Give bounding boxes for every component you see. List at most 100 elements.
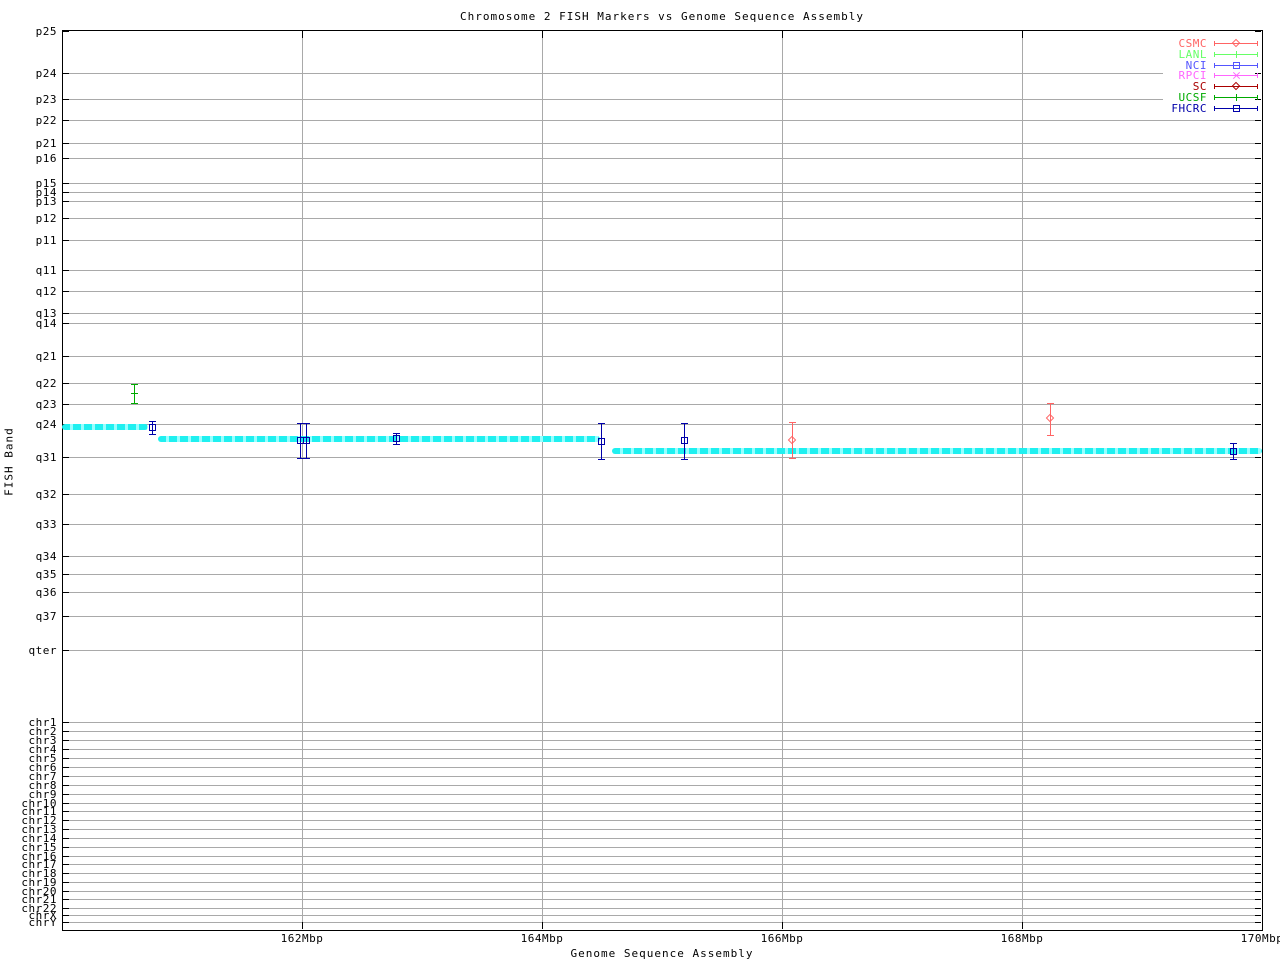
errorbar-cap-FHCRC <box>598 459 605 460</box>
h-gridline <box>63 740 1261 741</box>
errorbar-cap-CSMC <box>1047 435 1054 436</box>
x-tick-label: 166Mbp <box>760 932 804 945</box>
y-tick-mirror <box>1255 457 1261 458</box>
legend-label-RPCI: RPCI <box>1178 69 1207 82</box>
errorbar-cap-CSMC <box>789 458 796 459</box>
x-tick-label: 168Mbp <box>1000 932 1044 945</box>
y-tick <box>63 457 69 458</box>
y-tick <box>63 616 69 617</box>
y-tick <box>63 803 69 804</box>
y-tick-mirror <box>1255 785 1261 786</box>
y-tick <box>63 873 69 874</box>
y-tick <box>63 758 69 759</box>
y-tick-mirror <box>1255 158 1261 159</box>
data-point-FHCRC-square-marker <box>681 437 688 444</box>
y-tick-mirror <box>1255 803 1261 804</box>
h-gridline <box>63 856 1261 857</box>
y-tick-mirror <box>1255 494 1261 495</box>
y-tick <box>63 31 69 32</box>
data-point-CSMC-diamond-marker <box>1045 413 1055 423</box>
errorbar-cap-UCSF <box>131 403 138 404</box>
y-tick-mirror <box>1255 218 1261 219</box>
h-gridline <box>63 291 1261 292</box>
y-tick-mirror <box>1255 767 1261 768</box>
h-gridline <box>63 758 1261 759</box>
y-tick <box>63 864 69 865</box>
y-tick <box>63 524 69 525</box>
y-tick <box>63 218 69 219</box>
y-tick <box>63 820 69 821</box>
y-tick <box>63 240 69 241</box>
h-gridline <box>63 574 1261 575</box>
data-point-FHCRC-square-marker <box>303 437 310 444</box>
h-gridline <box>63 749 1261 750</box>
band-tick-label: q36 <box>35 586 57 599</box>
errorbar-cap-FHCRC <box>149 434 156 435</box>
y-tick-mirror <box>1255 31 1261 32</box>
y-tick-mirror <box>1255 899 1261 900</box>
y-tick-mirror <box>1255 592 1261 593</box>
y-tick-mirror <box>1255 922 1261 923</box>
y-tick <box>63 73 69 74</box>
legend-sample-cap-SC <box>1257 84 1258 89</box>
y-tick-mirror <box>1255 120 1261 121</box>
y-tick <box>63 183 69 184</box>
v-gridline <box>1022 31 1023 929</box>
y-tick <box>63 811 69 812</box>
band-tick-label: q23 <box>35 398 57 411</box>
y-tick-mirror <box>1255 616 1261 617</box>
h-gridline <box>63 891 1261 892</box>
h-gridline <box>63 922 1261 923</box>
errorbar-cap-FHCRC <box>681 423 688 424</box>
errorbar-cap-UCSF <box>131 384 138 385</box>
legend-sample-cap-LANL <box>1214 52 1215 57</box>
y-tick-mirror <box>1255 99 1261 100</box>
legend-marker-LANL-plus-marker <box>1236 51 1237 58</box>
h-gridline <box>63 829 1261 830</box>
y-tick-mirror <box>1255 143 1261 144</box>
band-tick-label: p21 <box>35 137 57 150</box>
y-tick <box>63 192 69 193</box>
errorbar-cap-CSMC <box>789 422 796 423</box>
y-tick-mirror <box>1255 758 1261 759</box>
legend-sample-cap-NCI <box>1214 63 1215 68</box>
x-tick <box>542 922 543 929</box>
x-tick-label: 162Mbp <box>280 932 324 945</box>
band-tick-label: q37 <box>35 610 57 623</box>
y-tick-mirror <box>1255 192 1261 193</box>
y-tick <box>63 731 69 732</box>
y-tick <box>63 404 69 405</box>
v-gridline <box>542 31 543 929</box>
h-gridline <box>63 847 1261 848</box>
assembly-band-segment <box>62 424 148 430</box>
band-tick-label: q14 <box>35 317 57 330</box>
assembly-band-segment <box>612 448 1262 454</box>
y-tick-mirror <box>1255 908 1261 909</box>
h-gridline <box>63 356 1261 357</box>
y-tick-mirror <box>1255 291 1261 292</box>
y-tick-mirror <box>1255 891 1261 892</box>
h-gridline <box>63 908 1261 909</box>
band-tick-label: p13 <box>35 195 57 208</box>
y-tick-mirror <box>1255 731 1261 732</box>
legend-sample-cap-SC <box>1214 84 1215 89</box>
y-tick <box>63 922 69 923</box>
band-tick-label: q12 <box>35 285 57 298</box>
band-tick-label: q33 <box>35 518 57 531</box>
v-gridline <box>782 31 783 929</box>
y-tick-mirror <box>1255 556 1261 557</box>
h-gridline <box>63 183 1261 184</box>
y-tick <box>63 794 69 795</box>
y-tick <box>63 201 69 202</box>
legend-sample-cap-RPCI <box>1257 73 1258 78</box>
fish-marker-chart: Chromosome 2 FISH Markers vs Genome Sequ… <box>0 0 1280 960</box>
y-tick <box>63 650 69 651</box>
h-gridline <box>63 313 1261 314</box>
legend-sample-cap-FHCRC <box>1257 106 1258 111</box>
y-tick <box>63 383 69 384</box>
y-tick-mirror <box>1255 829 1261 830</box>
y-tick-mirror <box>1255 864 1261 865</box>
band-tick-label: p12 <box>35 212 57 225</box>
y-tick-mirror <box>1255 749 1261 750</box>
y-tick <box>63 99 69 100</box>
